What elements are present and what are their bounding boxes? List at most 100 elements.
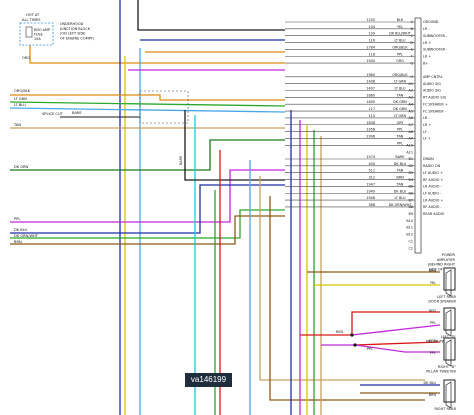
connector-function-label: FC SPEAKER - (423, 109, 447, 113)
connector-circuit-num: 1948 (366, 196, 375, 200)
connector-wire-color: TAN (396, 182, 404, 186)
connector-circuit-num: 118 (369, 52, 375, 56)
lt-pillar-red-feed (351, 311, 440, 335)
brn-vertical-wire (269, 196, 425, 401)
connector-circuit-num: 1250 (366, 18, 375, 22)
dkgrnwht-label: DK GRN/WHT (14, 234, 39, 238)
dkgrn-speaker-wire (10, 139, 285, 171)
speaker-name-line: DOOR SPEAKER (428, 300, 456, 304)
connector-circuit-num: 1958 (366, 128, 375, 132)
connector-circuit-num: 1574 (366, 155, 375, 159)
connector-function-label: LR + (423, 54, 431, 58)
connector-pin-label: A6 (409, 116, 413, 120)
speaker-wire-label: DK BLU (424, 381, 437, 385)
speaker-name-line: RIGHT REAR (434, 407, 456, 411)
speaker-wire-label: BRN (429, 269, 437, 273)
connector-pin-label: H (410, 75, 413, 79)
tan-label: TAN (13, 123, 21, 127)
connector-function-label: LR AUDIO + (423, 198, 443, 202)
connector-pin-label: A9 (409, 137, 413, 141)
ppl-speaker-wire (10, 169, 285, 223)
amp-label-line: AMPLIFIER (437, 258, 456, 262)
connector-wire-color: LT GRN (394, 80, 407, 84)
red-cross-label: RED (336, 330, 343, 334)
connector-pin-label: A11 (406, 150, 413, 154)
connector-pin-label: B11 (406, 226, 413, 230)
connector-block (414, 17, 422, 254)
amp-label-line: POWER (442, 253, 456, 257)
connector-circuit-num: 1947 (366, 182, 375, 186)
speaker-wire-label: PPL (430, 321, 436, 325)
amp-label-line: (BEHIND RIGHT (428, 263, 456, 267)
connector-function-label: DRAIN (423, 157, 434, 161)
splice-dot (353, 343, 357, 347)
speaker-name-line: RIGHT "D" (438, 365, 456, 369)
connector-wire-color: BLK (397, 18, 404, 22)
wiring-diagram: ORG ORG/BLK LT GRN LT BLU SPLICE CUT BARE TAN D… (9, 0, 457, 415)
speaker-wire-label: BRN (429, 393, 437, 397)
connector-wire-color: DK BLU (394, 162, 407, 166)
connector-function-label: SUBWOOFER - (423, 48, 448, 52)
connector-function-label: GROUND (423, 20, 439, 24)
watermark-label: va146199 (185, 373, 232, 387)
connector-wire-color: ORG/BLK (392, 45, 408, 49)
connector-pin-label: G (410, 61, 413, 65)
connector-wire-color: LT BLU (394, 39, 406, 43)
connector-function-label: LF - (423, 130, 430, 134)
connector-pin-label: A1 (409, 82, 413, 86)
connector-circuit-num: 1996 (366, 134, 375, 138)
connector-wire-color: GRY (397, 121, 405, 125)
connector-function-label: B+ (423, 61, 428, 65)
connector-pin-label: C2 (408, 246, 413, 250)
connector-wire-color: DK GRN (393, 107, 407, 111)
speaker-wire-label: PPL (430, 351, 436, 355)
connector-circuit-num: 199 (369, 32, 375, 36)
connector-pin-label: A7 (409, 123, 413, 127)
connector-pin-label: F (411, 54, 413, 58)
connector-pin-label: B4 (409, 178, 413, 182)
connector-circuit-num: 117 (369, 107, 375, 111)
bare-vertical-label: BARE (179, 156, 183, 165)
connector-function-label: AUDIO SIG (423, 89, 441, 93)
connector-circuit-num: 312 (369, 176, 375, 180)
connector-wire-color: TAN (396, 134, 404, 138)
connector-circuit-num: 1860 (366, 93, 375, 97)
org-feed-wire (29, 45, 285, 64)
brn-lower-wire (10, 215, 285, 245)
connector-circuit-num: 368 (369, 203, 375, 207)
dkblu-lower-wire (10, 184, 285, 234)
wire-layer (9, 0, 441, 415)
connector-wire-color: PPL (397, 128, 403, 132)
fuse-desc-line: JUNCTION BLOCK (59, 27, 91, 31)
connector-wire-color: LT GRN (394, 114, 407, 118)
connector-pin-label: B10 (406, 219, 413, 223)
connector-wire-color: DK GRN (393, 100, 407, 104)
connector-function-label: RADIO ON (423, 164, 441, 168)
connector-wire-color: BRN (396, 176, 404, 180)
fuse-box: HOT ATALL TIMES RDO AMPFUSE15A UNDERHOODJU… (19, 13, 95, 46)
ltgrn-label: LT GRN (14, 97, 27, 101)
bare-label: BARE (72, 111, 82, 115)
ppl-cross-label: PPL (367, 347, 373, 351)
connector-wire-color: TAN (396, 93, 404, 97)
connector-pin-label: B5 (409, 185, 413, 189)
connector-wire-color: ORG (396, 59, 404, 63)
fuse-rating-text: RDO AMP (34, 28, 50, 32)
connector-circuit-num: 1838 (366, 121, 375, 125)
connector-circuit-num: 1949 (366, 189, 375, 193)
connector-wire-color: PPL (397, 141, 403, 145)
fuse-desc-line: OF ENGINE COMPT) (60, 36, 95, 40)
connector-function-label: AUDIO SIG (423, 82, 441, 86)
fuse-word-text: FUSE (34, 33, 43, 37)
speaker-wire-label: RED (429, 339, 436, 343)
connector-function-label: SUBWOOFER - (423, 34, 448, 38)
connector-function-label: REAR AUDIO (423, 212, 445, 216)
connector-pin-label: A4 (409, 102, 413, 106)
lt-pillar-ppl-feed (351, 324, 441, 336)
connector-circuit-num: 115 (369, 114, 375, 118)
connector-pin-label: B8 (409, 205, 413, 209)
connector-pin-label: A5 (409, 109, 413, 113)
label-layer: ORG ORG/BLK LT GRN LT BLU SPLICE CUT BARE TAN D… (13, 56, 183, 244)
connector-function-label: LR + (423, 41, 431, 45)
blk-ground-wire (137, 0, 285, 31)
